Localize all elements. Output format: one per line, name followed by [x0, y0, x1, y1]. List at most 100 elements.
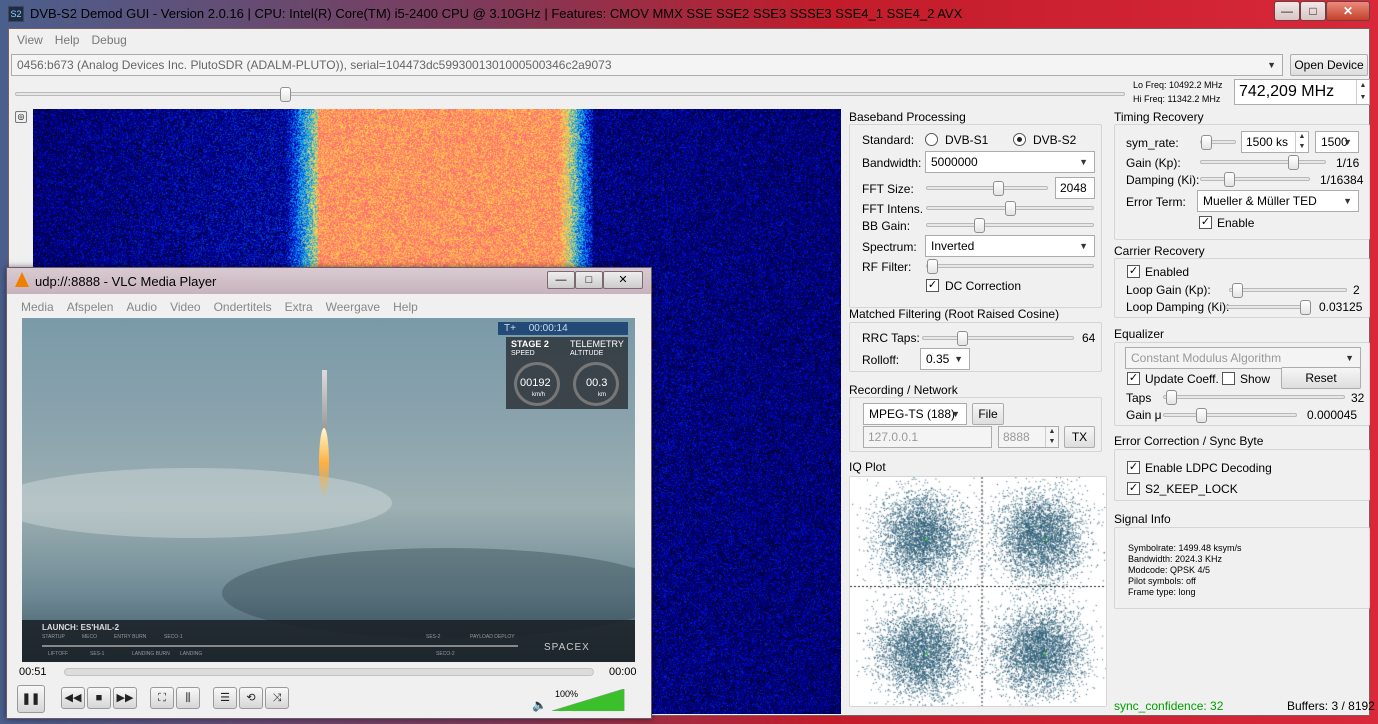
damping-ki-slider[interactable] — [1200, 177, 1310, 181]
bb-gain-slider[interactable] — [926, 223, 1094, 227]
fft-intens-slider-handle[interactable] — [1005, 201, 1016, 216]
taps-slider[interactable] — [1163, 395, 1345, 399]
frequency-slider-handle[interactable] — [280, 87, 291, 102]
menu-debug[interactable]: Debug — [85, 33, 132, 47]
timing-enable-checkbox[interactable]: ✓ — [1199, 216, 1212, 229]
symrate-slider[interactable] — [1200, 140, 1236, 144]
frequency-slider[interactable] — [15, 92, 1125, 96]
bandwidth-select[interactable]: 5000000 ▼ — [925, 151, 1095, 173]
vlc-seek-bar[interactable] — [64, 668, 594, 676]
vlc-maximize-button[interactable]: □ — [575, 271, 603, 289]
equalizer-title: Equalizer — [1114, 327, 1164, 341]
keep-lock-checkbox[interactable]: ✓ — [1127, 482, 1140, 495]
previous-button[interactable]: ◀◀ — [61, 687, 85, 709]
minimize-button[interactable]: — — [1274, 1, 1300, 21]
menu-view[interactable]: View — [11, 33, 49, 47]
symrate-slider-handle[interactable] — [1201, 135, 1212, 150]
vlc-title: udp://:8888 - VLC Media Player — [35, 274, 216, 289]
vlc-menu-weergave[interactable]: Weergave — [326, 300, 380, 314]
vlc-volume-slider[interactable] — [552, 689, 626, 711]
rf-filter-slider[interactable] — [926, 264, 1094, 268]
frequency-input[interactable]: 742,209 MHz ▲ ▼ — [1234, 79, 1370, 105]
rolloff-select[interactable]: 0.35 ▼ — [920, 348, 970, 370]
dvbs1-label: DVB-S1 — [945, 133, 988, 147]
playlist-button[interactable]: ☰ — [213, 687, 237, 709]
vlc-menu-afspelen[interactable]: Afspelen — [67, 300, 114, 314]
fft-intens-slider[interactable] — [926, 206, 1094, 210]
menu-help[interactable]: Help — [49, 33, 86, 47]
rf-filter-slider-handle[interactable] — [927, 259, 938, 274]
stop-button[interactable]: ■ — [87, 687, 111, 709]
rocket-exhaust — [319, 428, 329, 498]
gain-mu-slider[interactable] — [1163, 413, 1297, 417]
spin-arrows-icon[interactable]: ▲ ▼ — [1295, 132, 1308, 152]
loop-damping-slider[interactable] — [1225, 305, 1311, 309]
port-input[interactable]: 8888 ▲ ▼ — [998, 426, 1059, 448]
error-term-select[interactable]: Mueller & Müller TED ▼ — [1197, 190, 1359, 212]
maximize-button[interactable]: □ — [1300, 1, 1326, 21]
cloud — [22, 468, 392, 538]
gain-kp-slider[interactable] — [1200, 160, 1326, 164]
timing-enable-label: Enable — [1217, 216, 1254, 230]
reset-button[interactable]: Reset — [1281, 367, 1361, 389]
gain-mu-slider-handle[interactable] — [1196, 408, 1207, 423]
extended-settings-button[interactable]: ⫼ — [176, 687, 200, 709]
spin-arrows-icon[interactable]: ▲ ▼ — [1356, 80, 1369, 104]
loop-gain-slider-handle[interactable] — [1232, 283, 1243, 298]
ldpc-checkbox[interactable]: ✓ — [1127, 461, 1140, 474]
carrier-enabled-checkbox[interactable]: ✓ — [1127, 265, 1140, 278]
device-select[interactable]: 0456:b673 (Analog Devices Inc. PlutoSDR … — [11, 54, 1283, 76]
vlc-minimize-button[interactable]: — — [547, 271, 575, 289]
vlc-menu-extra[interactable]: Extra — [285, 300, 313, 314]
equalizer-group: Constant Modulus Algorithm ▼ ✓ Update Coe… — [1114, 342, 1370, 426]
dc-correction-checkbox[interactable]: ✓ — [926, 279, 939, 292]
spectrum-select[interactable]: Inverted ▼ — [925, 235, 1095, 257]
gain-kp-slider-handle[interactable] — [1288, 155, 1299, 170]
baseband-group: Standard: DVB-S1 DVB-S2 Bandwidth: 50000… — [849, 124, 1102, 308]
format-select[interactable]: MPEG-TS (188) ▼ — [863, 403, 967, 425]
video-frame[interactable]: T+ 00:00:14 STAGE 2 TELEMETRY SPEED ALTI… — [22, 318, 635, 662]
fft-size-input[interactable]: 2048 — [1055, 177, 1095, 199]
speed-label: SPEED — [511, 350, 535, 357]
fft-size-slider-handle[interactable] — [993, 181, 1004, 196]
spin-arrows-icon[interactable]: ▲ ▼ — [1045, 427, 1058, 447]
vlc-menu-video[interactable]: Video — [170, 300, 200, 314]
symbolrate-text: Symbolrate: 1499.48 ksym/s — [1128, 543, 1242, 554]
vlc-time-total: 00:00 — [609, 666, 637, 678]
taps-slider-handle[interactable] — [1166, 390, 1177, 405]
rrc-taps-slider-handle[interactable] — [957, 331, 968, 346]
vlc-menu-ondertitels[interactable]: Ondertitels — [214, 300, 272, 314]
carrier-group: ✓ Enabled Loop Gain (Kp): 2 Loop Damping… — [1114, 258, 1370, 318]
speaker-icon[interactable]: 🔈 — [532, 698, 547, 712]
symrate-input[interactable]: 1500 ks ▲ ▼ — [1241, 131, 1309, 153]
ip-input[interactable]: 127.0.0.1 — [863, 426, 992, 448]
fullscreen-button[interactable]: ⛶ — [150, 687, 174, 709]
dvbs2-radio[interactable] — [1013, 133, 1026, 146]
symrate-select[interactable]: 1500 ▼ — [1315, 131, 1359, 153]
dvbs1-radio[interactable] — [925, 133, 938, 146]
vlc-menu-media[interactable]: Media — [21, 300, 54, 314]
shuffle-button[interactable]: ⤨ — [265, 687, 289, 709]
tx-button[interactable]: TX — [1064, 426, 1095, 448]
file-button[interactable]: File — [972, 403, 1004, 425]
show-checkbox[interactable] — [1222, 372, 1235, 385]
close-button[interactable]: ✕ — [1326, 1, 1370, 21]
fft-size-slider[interactable] — [926, 186, 1048, 190]
speed-unit: km/h — [532, 392, 545, 398]
loop-button[interactable]: ⟲ — [239, 687, 263, 709]
loop-damping-slider-handle[interactable] — [1300, 300, 1311, 315]
damping-ki-value: 1/16384 — [1320, 173, 1363, 187]
rrc-taps-slider[interactable] — [922, 336, 1074, 340]
loop-gain-slider[interactable] — [1229, 288, 1347, 292]
camera-icon[interactable]: ◎ — [15, 111, 27, 123]
update-coeff-checkbox[interactable]: ✓ — [1127, 372, 1140, 385]
bb-gain-slider-handle[interactable] — [974, 218, 985, 233]
pause-button[interactable]: ❚❚ — [17, 685, 45, 713]
equalizer-algorithm-select[interactable]: Constant Modulus Algorithm ▼ — [1125, 347, 1361, 369]
damping-ki-slider-handle[interactable] — [1224, 172, 1235, 187]
vlc-menu-help[interactable]: Help — [393, 300, 418, 314]
next-button[interactable]: ▶▶ — [113, 687, 137, 709]
vlc-menu-audio[interactable]: Audio — [126, 300, 157, 314]
vlc-close-button[interactable]: ✕ — [603, 271, 643, 289]
open-device-button[interactable]: Open Device — [1290, 54, 1368, 76]
